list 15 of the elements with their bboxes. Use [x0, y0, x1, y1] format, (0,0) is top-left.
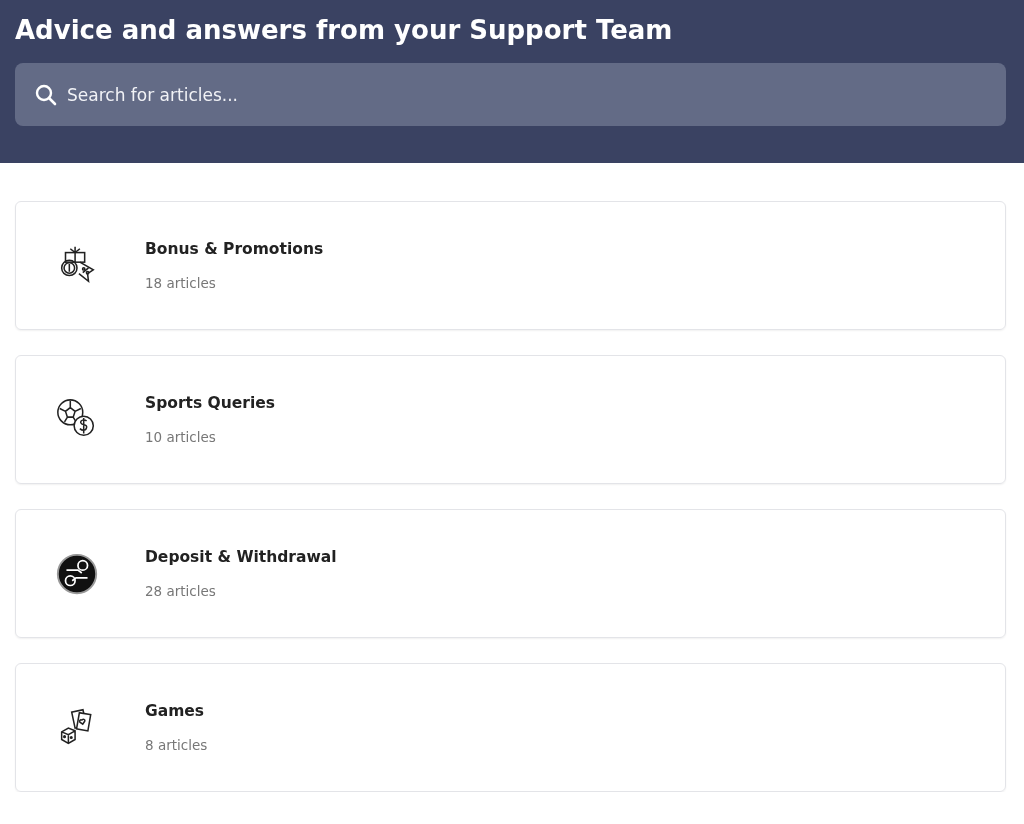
collection-card[interactable]: Bonus & Promotions 18 articles [15, 201, 1006, 330]
collection-card[interactable]: Games 8 articles [15, 663, 1006, 792]
article-count: 10 articles [145, 429, 217, 445]
article-count: 8 articles [145, 737, 208, 753]
collection-title: Games [145, 702, 206, 720]
collection-title: Bonus & Promotions [145, 240, 324, 258]
collection-card[interactable]: Sports Queries 10 articles [15, 355, 1006, 484]
collection-card[interactable]: Deposit & Withdrawal 28 articles [15, 509, 1006, 638]
article-count: 18 articles [145, 275, 217, 291]
search-field[interactable]: Search for articles... [15, 63, 1006, 126]
search-icon [35, 84, 57, 106]
page-title: Advice and answers from your Support Team [15, 14, 674, 46]
collection-title: Sports Queries [145, 394, 275, 412]
collection-title: Deposit & Withdrawal [145, 548, 337, 566]
article-count: 28 articles [145, 583, 217, 599]
